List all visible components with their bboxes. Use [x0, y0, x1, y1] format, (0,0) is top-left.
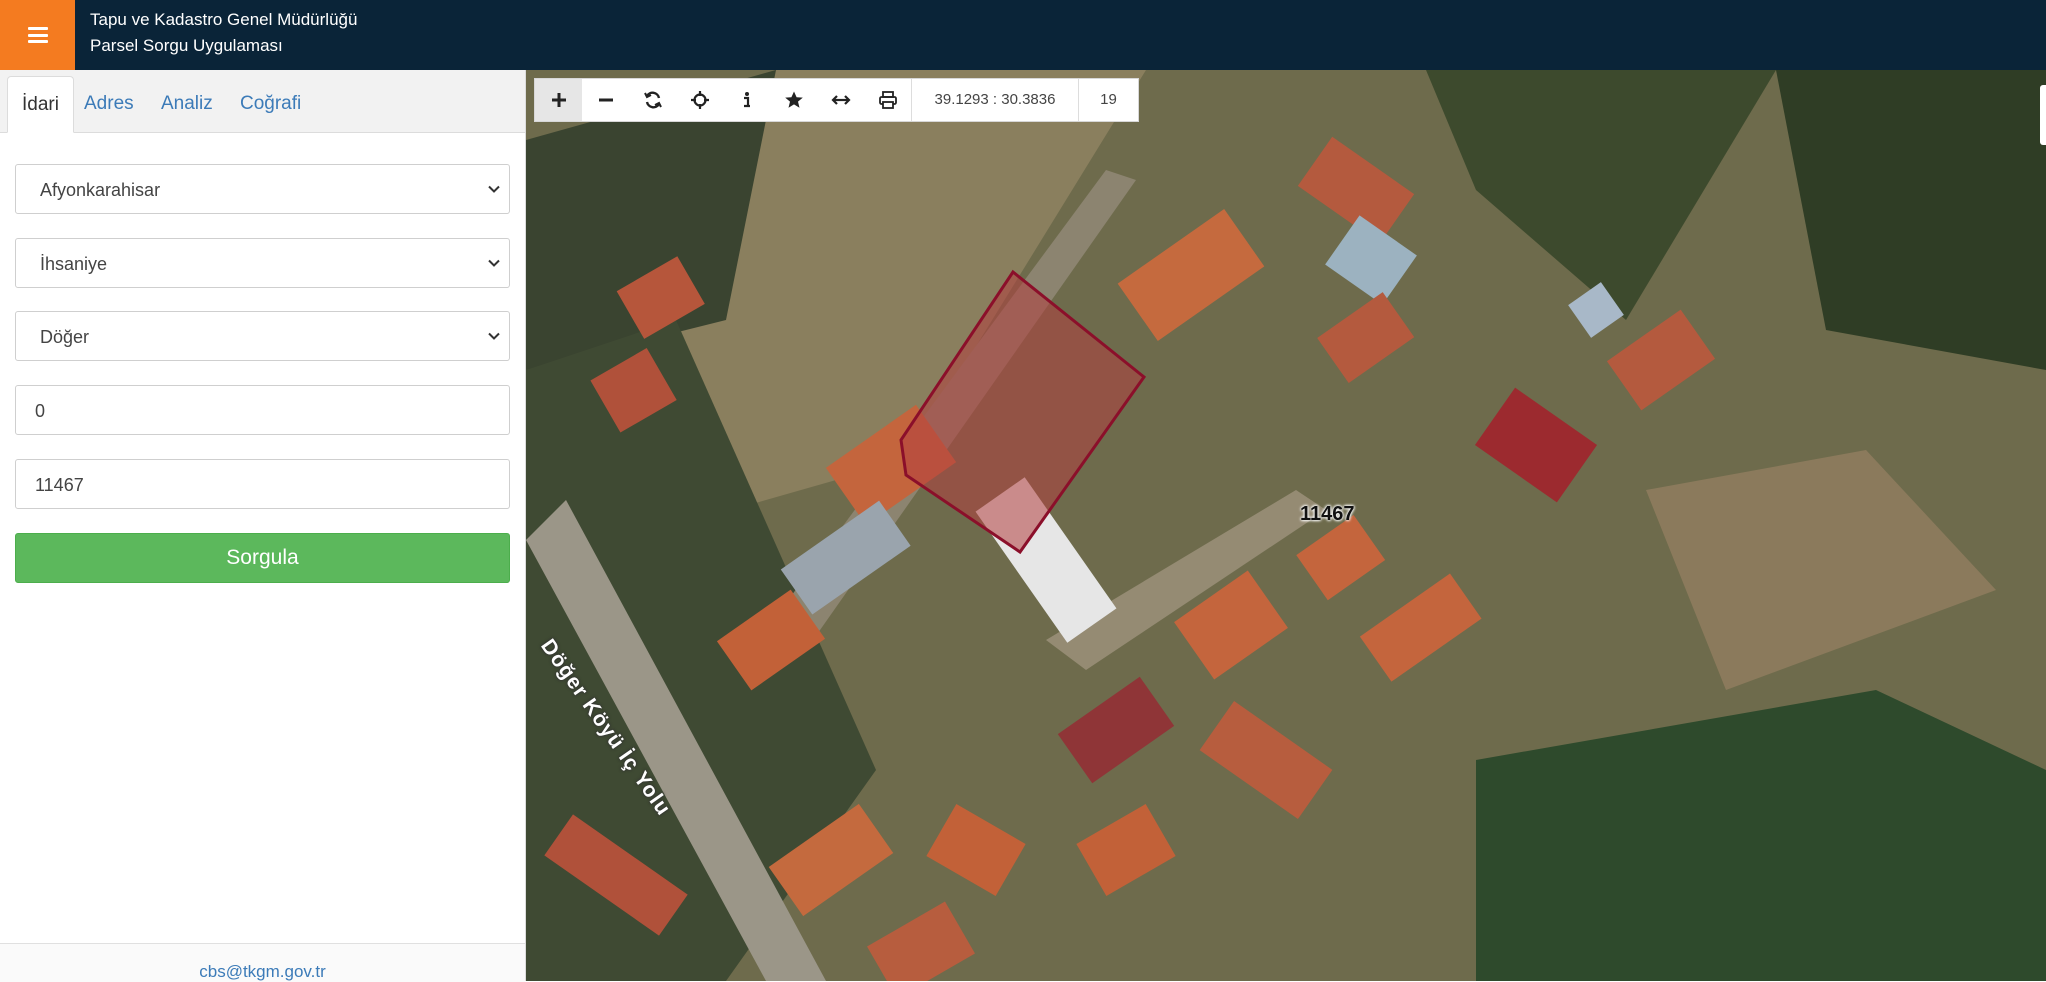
- tab-cografi[interactable]: Coğrafi: [226, 76, 315, 132]
- favorite-button[interactable]: [770, 79, 817, 121]
- crosshair-icon: [690, 91, 709, 109]
- ilce-select[interactable]: İhsaniye: [15, 238, 510, 288]
- hamburger-icon: [27, 27, 48, 43]
- map-side-control[interactable]: [2040, 85, 2046, 145]
- contact-email-link[interactable]: cbs@tkgm.gov.tr: [0, 962, 525, 982]
- ada-value: 0: [35, 401, 46, 421]
- refresh-icon: [643, 91, 662, 109]
- app-header: Tapu ve Kadastro Genel Müdürlüğü Parsel …: [0, 0, 2046, 70]
- il-value: Afyonkarahisar: [40, 180, 161, 200]
- parsel-input[interactable]: 11467: [15, 459, 510, 509]
- ilce-value: İhsaniye: [40, 254, 108, 274]
- locate-button[interactable]: [676, 79, 723, 121]
- print-button[interactable]: [864, 79, 911, 121]
- info-button[interactable]: [723, 79, 770, 121]
- measure-icon: [830, 95, 851, 105]
- map-toolbar: 39.1293 : 30.3836 19: [534, 78, 1139, 122]
- ada-input[interactable]: 0: [15, 385, 510, 435]
- app-name: Parsel Sorgu Uygulaması: [90, 36, 283, 55]
- star-icon: [784, 91, 803, 108]
- coordinate-readout: 39.1293 : 30.3836: [911, 79, 1079, 121]
- il-select[interactable]: Afyonkarahisar: [15, 164, 510, 214]
- satellite-imagery: [526, 70, 2046, 981]
- zoom-out-button[interactable]: [582, 79, 629, 121]
- chevron-down-icon: [488, 185, 500, 193]
- chevron-down-icon: [488, 332, 500, 340]
- tab-analiz[interactable]: Analiz: [147, 76, 227, 132]
- mahalle-value: Döğer: [40, 327, 90, 347]
- tab-bar: İdari Adres Analiz Coğrafi: [0, 70, 525, 133]
- minus-icon: [598, 98, 613, 102]
- zoom-level: 19: [1100, 91, 1117, 108]
- parcel-label[interactable]: 11467: [1300, 503, 1355, 526]
- tab-idari[interactable]: İdari: [7, 76, 74, 133]
- zoom-in-button[interactable]: [535, 79, 582, 121]
- parsel-value: 11467: [35, 475, 84, 495]
- plus-icon: [551, 93, 566, 107]
- sorgula-button[interactable]: Sorgula: [15, 533, 510, 583]
- measure-button[interactable]: [817, 79, 864, 121]
- refresh-button[interactable]: [629, 79, 676, 121]
- map-view[interactable]: [526, 70, 2046, 981]
- mahalle-select[interactable]: Döğer: [15, 311, 510, 361]
- menu-button[interactable]: [0, 0, 75, 70]
- info-icon: [743, 92, 750, 108]
- app-title: Tapu ve Kadastro Genel Müdürlüğü Parsel …: [90, 7, 357, 59]
- footer: cbs@tkgm.gov.tr: [0, 943, 525, 982]
- print-icon: [878, 91, 897, 109]
- chevron-down-icon: [488, 259, 500, 267]
- sidebar: İdari Adres Analiz Coğrafi Afyonkarahisa…: [0, 70, 526, 982]
- org-name: Tapu ve Kadastro Genel Müdürlüğü: [90, 10, 358, 29]
- tab-adres[interactable]: Adres: [70, 76, 148, 132]
